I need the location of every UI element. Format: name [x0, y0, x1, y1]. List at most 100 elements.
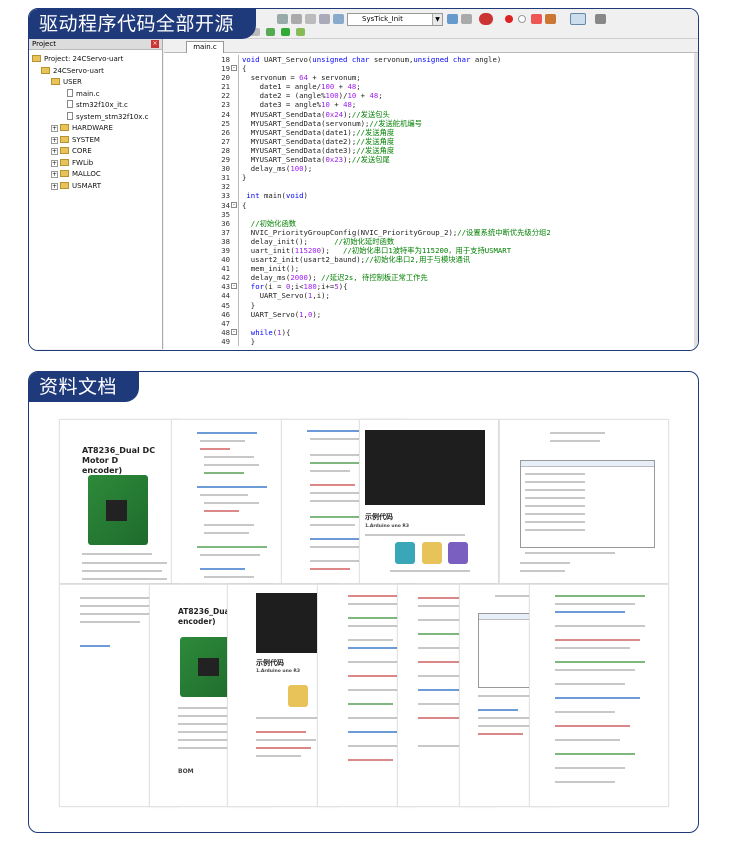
code-line: 35: [164, 209, 698, 219]
line-number: 44: [221, 291, 230, 301]
code-text: NVIC_PriorityGroupConfig(NVIC_PriorityGr…: [242, 227, 551, 237]
gutter: [230, 236, 239, 246]
tree-item[interactable]: + MALLOC: [51, 169, 101, 180]
file-icon: [67, 100, 73, 108]
toolbar-button[interactable]: [266, 28, 275, 36]
code-line: 24 MYUSART_SendData(0x24);//发送包头: [164, 109, 698, 119]
gutter: [230, 127, 239, 137]
toolbar-button[interactable]: [277, 14, 288, 24]
tree-item-label: HARDWARE: [72, 124, 113, 132]
line-number: 28: [221, 145, 230, 155]
expand-icon[interactable]: +: [51, 136, 58, 144]
folder-icon: [60, 158, 69, 166]
toolbar-button[interactable]: [333, 14, 344, 24]
file-icon: [67, 111, 73, 120]
folder-icon: [60, 147, 69, 154]
close-icon[interactable]: ×: [151, 40, 159, 48]
code-text: MYUSART_SendData(date1);//发送角度: [242, 127, 395, 137]
tree-item[interactable]: main.c: [67, 88, 100, 100]
expand-icon[interactable]: +: [51, 171, 58, 178]
toolbar-button[interactable]: [461, 14, 472, 24]
line-number: 34: [221, 200, 230, 210]
editor-scrollbar[interactable]: [694, 53, 698, 350]
ide-window: SysTick_Init ▼ Project × Project: 24CServo…: [29, 9, 698, 350]
gutter: [230, 336, 239, 346]
tree-item[interactable]: + CORE: [51, 146, 92, 157]
tab-main-c[interactable]: main.c: [186, 41, 224, 53]
line-number: 33: [221, 191, 230, 201]
line-number: 30: [221, 164, 230, 174]
breakpoint-icon[interactable]: [505, 15, 513, 23]
toolbar-button[interactable]: [296, 28, 305, 36]
expand-icon[interactable]: +: [51, 159, 58, 167]
gutter: [230, 145, 239, 156]
line-number: 38: [221, 236, 230, 246]
toolbar-button[interactable]: [545, 14, 556, 24]
code-line: 44 UART_Servo(1,i);: [164, 291, 698, 301]
line-number: 18: [221, 55, 230, 64]
line-number: 45: [221, 300, 230, 310]
fold-icon[interactable]: -: [231, 283, 237, 290]
gutter: [230, 227, 239, 237]
code-line: 33 int main(void): [164, 191, 698, 201]
code-line: 47: [164, 318, 698, 328]
tree-item[interactable]: Project: 24CServo-uart: [32, 54, 123, 65]
file-icon: [67, 88, 73, 97]
debug-button[interactable]: [479, 13, 493, 25]
tree-item[interactable]: + SYSTEM: [51, 135, 100, 146]
code-line: 32: [164, 182, 698, 192]
section-title-docs: 资料文档: [29, 372, 140, 402]
tree-item[interactable]: 24CServo-uart: [41, 66, 104, 77]
serial-monitor-window: [520, 460, 655, 548]
line-number: 29: [221, 155, 230, 165]
tree-item[interactable]: + FWLib: [51, 158, 93, 169]
project-panel: Project × Project: 24CServo-uart 24CServo-…: [29, 39, 163, 349]
code-text: //初始化函数: [250, 218, 297, 228]
code-line: 45 }: [164, 300, 698, 310]
breakpoint-off-icon[interactable]: [518, 15, 526, 23]
fold-icon[interactable]: -: [231, 201, 237, 208]
expand-icon[interactable]: +: [51, 148, 58, 155]
gutter: [230, 155, 239, 165]
gutter: [230, 309, 239, 319]
wrench-icon[interactable]: [595, 14, 606, 24]
code-line: 48- while(1){: [164, 327, 698, 337]
gutter: [230, 73, 239, 83]
motor-driver-board-image: [88, 475, 148, 545]
expand-icon[interactable]: +: [51, 182, 58, 190]
doc-page-code: [529, 584, 669, 807]
tree-item-label: stm32f10x_it.c: [76, 101, 128, 109]
toolbar-button[interactable]: [281, 28, 290, 36]
gutter: [230, 273, 239, 283]
clear-breakpoints-icon[interactable]: [531, 14, 542, 24]
tree-item[interactable]: + HARDWARE: [51, 123, 113, 134]
expand-icon[interactable]: +: [51, 125, 58, 132]
window-layout-button[interactable]: [570, 13, 586, 25]
tree-item-label: CORE: [72, 147, 92, 155]
gutter: [230, 82, 239, 92]
tree-item[interactable]: + USMART: [51, 181, 101, 192]
toolbar-button[interactable]: [291, 14, 302, 24]
line-number: 41: [221, 264, 230, 274]
gutter: [230, 118, 239, 128]
toolbar-button[interactable]: [319, 14, 330, 24]
archive-icon: [448, 542, 468, 564]
line-number: 22: [221, 91, 230, 101]
tree-item[interactable]: USER: [51, 77, 82, 88]
fold-icon[interactable]: -: [231, 65, 237, 72]
target-combo[interactable]: SysTick_Init ▼: [347, 13, 443, 26]
code-text: }: [242, 173, 247, 183]
toolbar-button[interactable]: [305, 14, 316, 24]
tree-item[interactable]: system_stm32f10x.c: [67, 111, 149, 123]
code-text: date1 = angle/100 + 48;: [242, 82, 361, 92]
code-text: }: [242, 300, 256, 310]
gutter: [230, 173, 239, 183]
folder-icon: [32, 55, 41, 62]
fold-icon[interactable]: -: [231, 328, 237, 335]
code-text: while(1){: [250, 327, 291, 337]
code-editor[interactable]: main.c 18 void UART_Servo(unsigned char s…: [164, 39, 698, 350]
tree-item[interactable]: stm32f10x_it.c: [67, 100, 128, 111]
toolbar-button[interactable]: [447, 14, 458, 24]
gutter: [230, 291, 239, 301]
chevron-down-icon[interactable]: ▼: [432, 14, 442, 25]
